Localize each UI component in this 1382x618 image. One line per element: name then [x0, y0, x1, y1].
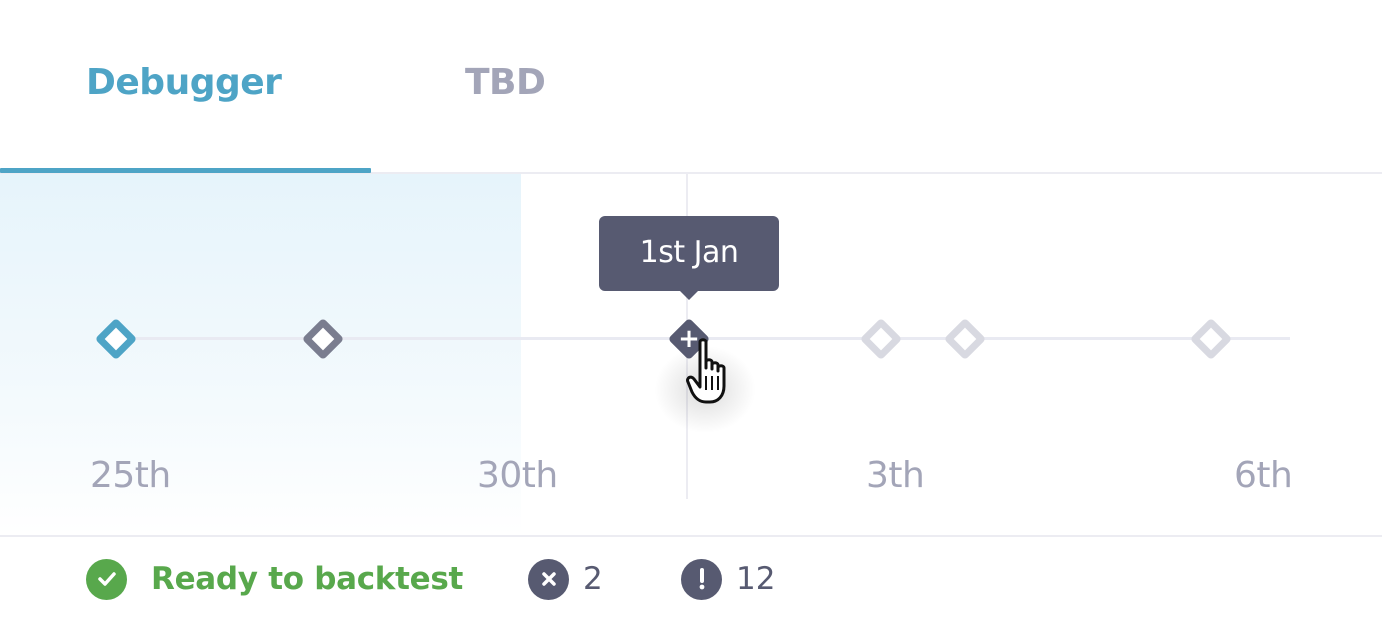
timeline-marker[interactable]	[301, 317, 345, 361]
errors-count: 2	[583, 561, 603, 597]
x-circle-icon	[528, 558, 569, 600]
timeline-marker[interactable]	[1189, 317, 1233, 361]
status-bar: Ready to backtest 2 12	[0, 535, 1382, 618]
tab-bar: Debugger TBD	[0, 0, 1382, 174]
diamond-icon	[943, 317, 987, 361]
tab-debugger[interactable]: Debugger	[86, 62, 282, 103]
check-circle-icon	[86, 558, 127, 600]
ready-status-label: Ready to backtest	[151, 561, 464, 597]
exclamation-circle-icon	[681, 558, 722, 600]
warnings-indicator[interactable]: 12	[681, 558, 776, 600]
tab-tbd[interactable]: TBD	[465, 62, 546, 103]
diamond-icon	[859, 317, 903, 361]
timeline-marker[interactable]	[94, 317, 138, 361]
timeline: 1st Jan + 25th 30th 3th 6th	[0, 174, 1382, 535]
tick-label: 6th	[1234, 455, 1293, 496]
active-tab-indicator	[0, 168, 371, 173]
diamond-icon	[94, 317, 138, 361]
date-tooltip: 1st Jan	[599, 216, 779, 300]
hand-pointer-icon	[686, 338, 726, 404]
diamond-icon	[301, 317, 345, 361]
selected-range-highlight	[0, 174, 521, 535]
tick-label: 3th	[866, 455, 925, 496]
timeline-marker[interactable]	[943, 317, 987, 361]
tick-label: 25th	[90, 455, 171, 496]
errors-indicator[interactable]: 2	[528, 558, 603, 600]
warnings-count: 12	[736, 561, 776, 597]
ready-status: Ready to backtest	[86, 558, 464, 600]
timeline-marker[interactable]	[859, 317, 903, 361]
diamond-icon	[1189, 317, 1233, 361]
tick-label: 30th	[477, 455, 558, 496]
